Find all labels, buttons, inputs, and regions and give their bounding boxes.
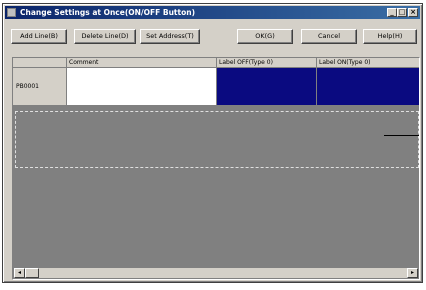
- drag-selection-outline: [15, 111, 419, 168]
- title-bar[interactable]: Change Settings at Once(ON/OFF Button) _…: [5, 6, 420, 19]
- comment-cell[interactable]: [67, 68, 217, 106]
- app-icon: [7, 8, 16, 17]
- column-header-label-off[interactable]: Label OFF(Type 0): [217, 58, 317, 68]
- delete-line-button[interactable]: Delete Line(D): [74, 29, 136, 44]
- grid-corner[interactable]: [13, 58, 67, 68]
- dialog-window: Change Settings at Once(ON/OFF Button) _…: [2, 3, 423, 283]
- help-button[interactable]: Help(H): [363, 29, 417, 44]
- set-address-button[interactable]: Set Address(T): [140, 29, 200, 44]
- scroll-right-arrow-icon[interactable]: ▸: [407, 268, 418, 278]
- minimize-button[interactable]: _: [387, 8, 397, 17]
- settings-grid: Comment Label OFF(Type 0) Label ON(Type …: [12, 57, 420, 280]
- label-on-cell[interactable]: [317, 68, 419, 106]
- horizontal-scrollbar[interactable]: ◂ ▸: [14, 267, 418, 278]
- close-button[interactable]: ×: [408, 8, 418, 17]
- cancel-button[interactable]: Cancel: [301, 29, 357, 44]
- window-title: Change Settings at Once(ON/OFF Button): [20, 8, 196, 17]
- add-line-button[interactable]: Add Line(B): [11, 29, 67, 44]
- column-header-label-on[interactable]: Label ON(Type 0): [317, 58, 419, 68]
- ok-button[interactable]: OK(G): [237, 29, 293, 44]
- maximize-button[interactable]: □: [397, 8, 407, 17]
- callout-line: [384, 135, 419, 136]
- column-header-comment[interactable]: Comment: [67, 58, 217, 68]
- row-header[interactable]: PB0001: [13, 68, 67, 106]
- scroll-left-arrow-icon[interactable]: ◂: [14, 268, 25, 278]
- label-off-cell[interactable]: [217, 68, 317, 106]
- scroll-thumb[interactable]: [25, 268, 39, 278]
